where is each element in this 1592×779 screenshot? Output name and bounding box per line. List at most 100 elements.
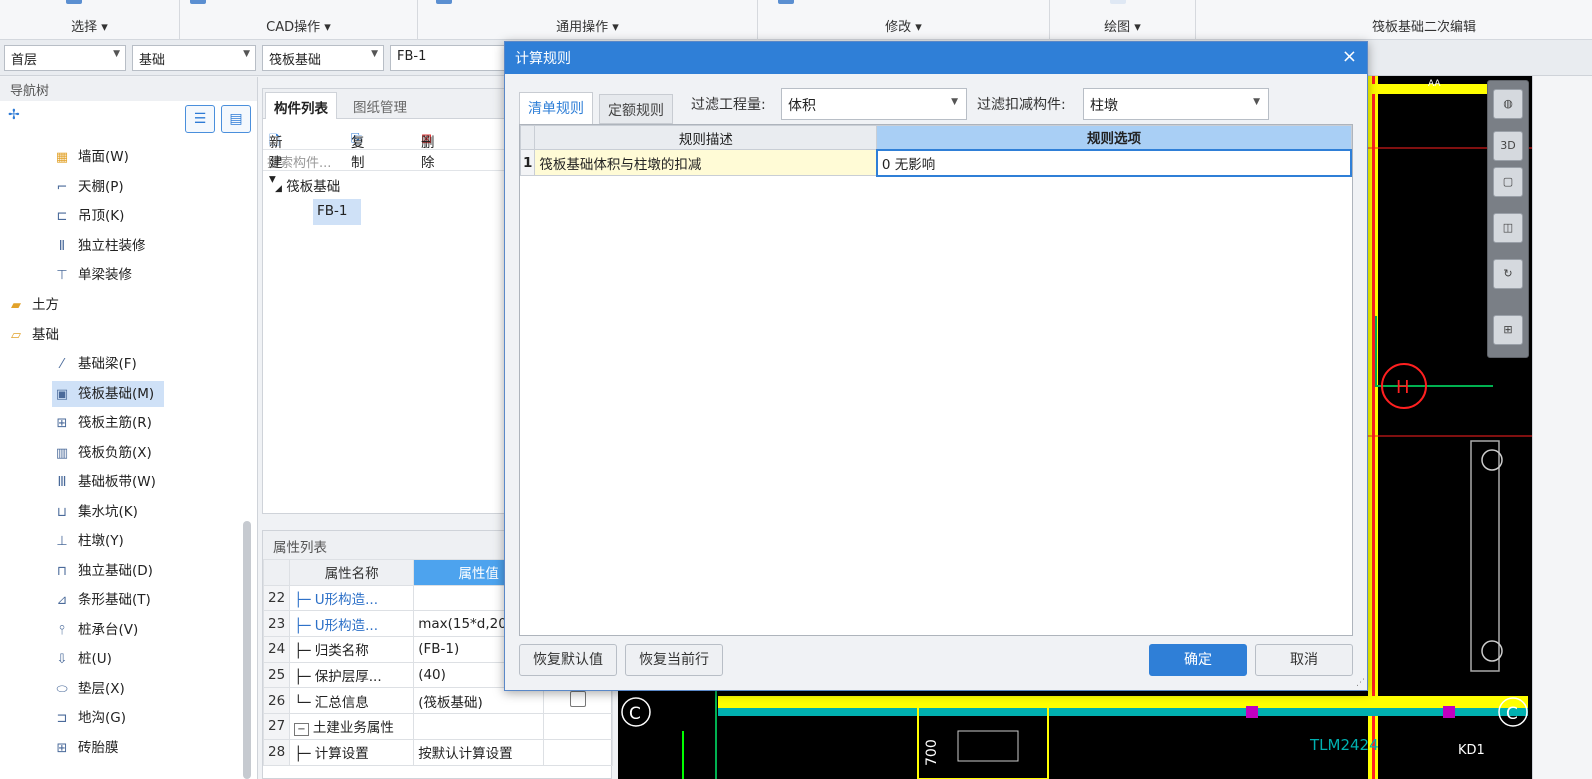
nav-item-label: 天棚(P)	[78, 179, 124, 195]
ribbon-group-draw[interactable]: 绘图 ▾	[1050, 0, 1196, 40]
list-view-icon[interactable]: ☰	[185, 105, 215, 133]
restore-default-button[interactable]: 恢复默认值	[519, 644, 617, 676]
view-top-icon[interactable]: ▢	[1493, 167, 1523, 197]
category-select[interactable]: 基础 ▼	[132, 45, 256, 71]
table-row[interactable]: 26 └─ 汇总信息 (筏板基础)	[262, 687, 613, 715]
nav-scrollbar[interactable]	[243, 521, 251, 779]
view-box-icon[interactable]: ◫	[1493, 213, 1523, 243]
tab-quota-rules[interactable]: 定额规则	[599, 94, 673, 124]
component-select[interactable]: FB-1	[390, 45, 510, 71]
nav-item-label: 土方	[32, 297, 59, 313]
dialog-title: 计算规则	[515, 51, 571, 67]
nav-item-label: 基础梁(F)	[78, 356, 137, 372]
property-name-text: U形构造...	[314, 617, 378, 634]
type-select[interactable]: 筏板基础 ▼	[262, 45, 384, 71]
nav-item-beam-finish[interactable]: ⊤ 单梁装修	[52, 262, 132, 288]
beam-finish-icon: ⊤	[56, 268, 68, 283]
filter-component-label: 过滤扣减构件:	[977, 97, 1066, 113]
nav-item-column-pier[interactable]: ⊥ 柱墩(Y)	[52, 528, 123, 554]
nav-item-cushion[interactable]: ⬭ 垫层(X)	[52, 676, 124, 702]
suspended-ceiling-icon: ⊏	[56, 209, 68, 224]
brick-form-icon: ⊞	[56, 741, 68, 756]
nav-item-label: 单梁装修	[78, 267, 132, 283]
nav-item-label: 筏板主筋(R)	[78, 415, 152, 431]
folder-open-icon: ▱	[11, 328, 21, 343]
ok-button[interactable]: 确定	[1149, 644, 1247, 676]
rotate-icon[interactable]: ↻	[1493, 259, 1523, 289]
filter-quantity-value: 体积	[788, 98, 816, 114]
property-extra	[543, 687, 613, 715]
property-col-name: 属性名称	[289, 559, 415, 586]
table-row[interactable]: 1 筏板基础体积与柱墩的扣减 0 无影响	[519, 148, 1353, 177]
card-view-icon[interactable]: ▤	[221, 105, 251, 133]
orbit-icon[interactable]: ◍	[1493, 89, 1523, 119]
property-value[interactable]: (筏板基础)	[413, 687, 545, 715]
nav-item-foundation-beam[interactable]: ⁄ 基础梁(F)	[52, 351, 137, 377]
tab-drawing-manage[interactable]: 图纸管理	[345, 92, 415, 119]
component-search-input[interactable]: 搜索构件...	[263, 149, 513, 171]
ribbon-group-cad[interactable]: CAD操作 ▾	[180, 0, 418, 40]
tab-component-list[interactable]: 构件列表	[265, 92, 337, 119]
table-row[interactable]: 28 ├─ 计算设置 按默认计算设置	[262, 738, 613, 766]
nav-item-pile[interactable]: ⇩ 桩(U)	[52, 646, 112, 672]
nav-item-strip-foundation[interactable]: ⊿ 条形基础(T)	[52, 587, 151, 613]
ribbon-group-select[interactable]: 选择 ▾	[0, 0, 206, 40]
nav-item-ceiling[interactable]: ⌐ 天棚(P)	[52, 174, 124, 200]
nav-item-pile-cap[interactable]: ⫯ 桩承台(V)	[52, 617, 138, 643]
property-value[interactable]: 按默认计算设置	[413, 738, 545, 766]
tree-node-raft[interactable]: ◢ 筏板基础	[275, 175, 340, 195]
property-name-text: 汇总信息	[314, 694, 369, 711]
restore-row-button[interactable]: 恢复当前行	[625, 644, 723, 676]
nav-folder-foundation[interactable]: ▱ 基础	[6, 322, 59, 348]
view-3d-icon[interactable]: 3D	[1493, 131, 1523, 161]
nav-item-wall-surface[interactable]: ▦ 墙面(W)	[52, 144, 129, 170]
rules-grid: 规则描述 规则选项 1 筏板基础体积与柱墩的扣减 0 无影响	[519, 124, 1353, 636]
calc-rules-dialog: 计算规则 × 清单规则 定额规则 过滤工程量: 体积 ▼ 过滤扣减构件: 柱墩 …	[504, 41, 1368, 691]
checkbox[interactable]	[570, 690, 587, 707]
nav-item-label: 独立柱装修	[78, 238, 146, 254]
cancel-button[interactable]: 取消	[1255, 644, 1353, 676]
tab-bill-rules[interactable]: 清单规则	[519, 92, 593, 124]
cad-beam	[718, 708, 1528, 716]
nav-item-sump-pit[interactable]: ⊔ 集水坑(K)	[52, 499, 138, 525]
tree-node-fb1[interactable]: FB-1	[313, 199, 361, 225]
ribbon-group-common[interactable]: 通用操作 ▾	[418, 0, 758, 40]
filter-component-select[interactable]: 柱墩 ▼	[1083, 88, 1269, 120]
property-name-text: U形构造...	[314, 592, 378, 609]
nav-item-trench[interactable]: ⊐ 地沟(G)	[52, 705, 126, 731]
right-dock-panel[interactable]	[1532, 76, 1592, 779]
pin-icon[interactable]: ✢	[8, 107, 20, 123]
nav-item-isolated-foundation[interactable]: ⊓ 独立基础(D)	[52, 558, 153, 584]
resize-grip-icon[interactable]: ⋰	[1356, 678, 1365, 688]
nav-item-brick-form[interactable]: ⊞ 砖胎膜	[52, 735, 119, 761]
nav-folder-earthwork[interactable]: ▰ 土方	[6, 292, 59, 318]
filter-quantity-select[interactable]: 体积 ▼	[781, 88, 967, 120]
close-icon[interactable]: ×	[1342, 46, 1357, 67]
floor-select[interactable]: 首层 ▼	[4, 45, 126, 71]
collapse-box-icon[interactable]: −	[294, 723, 309, 737]
nav-item-suspended-ceiling[interactable]: ⊏ 吊顶(K)	[52, 203, 125, 229]
nav-item-foundation-strip[interactable]: Ⅲ 基础板带(W)	[52, 469, 156, 495]
row-number: 23	[262, 610, 291, 638]
nav-item-raft-main-rebar[interactable]: ⊞ 筏板主筋(R)	[52, 410, 152, 436]
layout-icon[interactable]: ⊞	[1493, 315, 1523, 345]
cad-axis-label-c-left: C	[629, 704, 641, 724]
strip-foundation-icon: ⊿	[56, 593, 68, 608]
cad-door	[957, 730, 1019, 762]
rules-col-num	[519, 125, 536, 150]
navigation-tree: 导航树 ✢ ☰ ▤ ▦ 墙面(W) ⌐ 天棚(P) ⊏ 吊顶(K) Ⅱ 独立柱装修 ⊤ 单…	[0, 77, 258, 779]
view-toolbar: ◍ 3D ▢ ◫ ↻ ⊞	[1487, 80, 1529, 358]
component-tree: ◢ 筏板基础 FB-1	[263, 171, 513, 371]
nav-item-raft-foundation[interactable]: ▣ 筏板基础(M)	[52, 381, 165, 407]
table-row[interactable]: 27− 土建业务属性	[262, 713, 613, 740]
cad-axis-label-c-right: C	[1506, 704, 1518, 724]
component-select-value: FB-1	[397, 49, 427, 64]
isolated-foundation-icon: ⊓	[56, 564, 68, 579]
nav-item-column-finish[interactable]: Ⅱ 独立柱装修	[52, 233, 146, 259]
nav-item-raft-negative-rebar[interactable]: ▥ 筏板负筋(X)	[52, 440, 152, 466]
rule-option-cell[interactable]: 0 无影响	[875, 148, 1353, 177]
ribbon-group-label-raft-edit: 筏板基础二次编辑	[1372, 20, 1477, 35]
pile-icon: ⇩	[56, 652, 68, 667]
property-col-num	[262, 559, 291, 586]
ribbon-group-modify[interactable]: 修改 ▾	[758, 0, 1050, 40]
